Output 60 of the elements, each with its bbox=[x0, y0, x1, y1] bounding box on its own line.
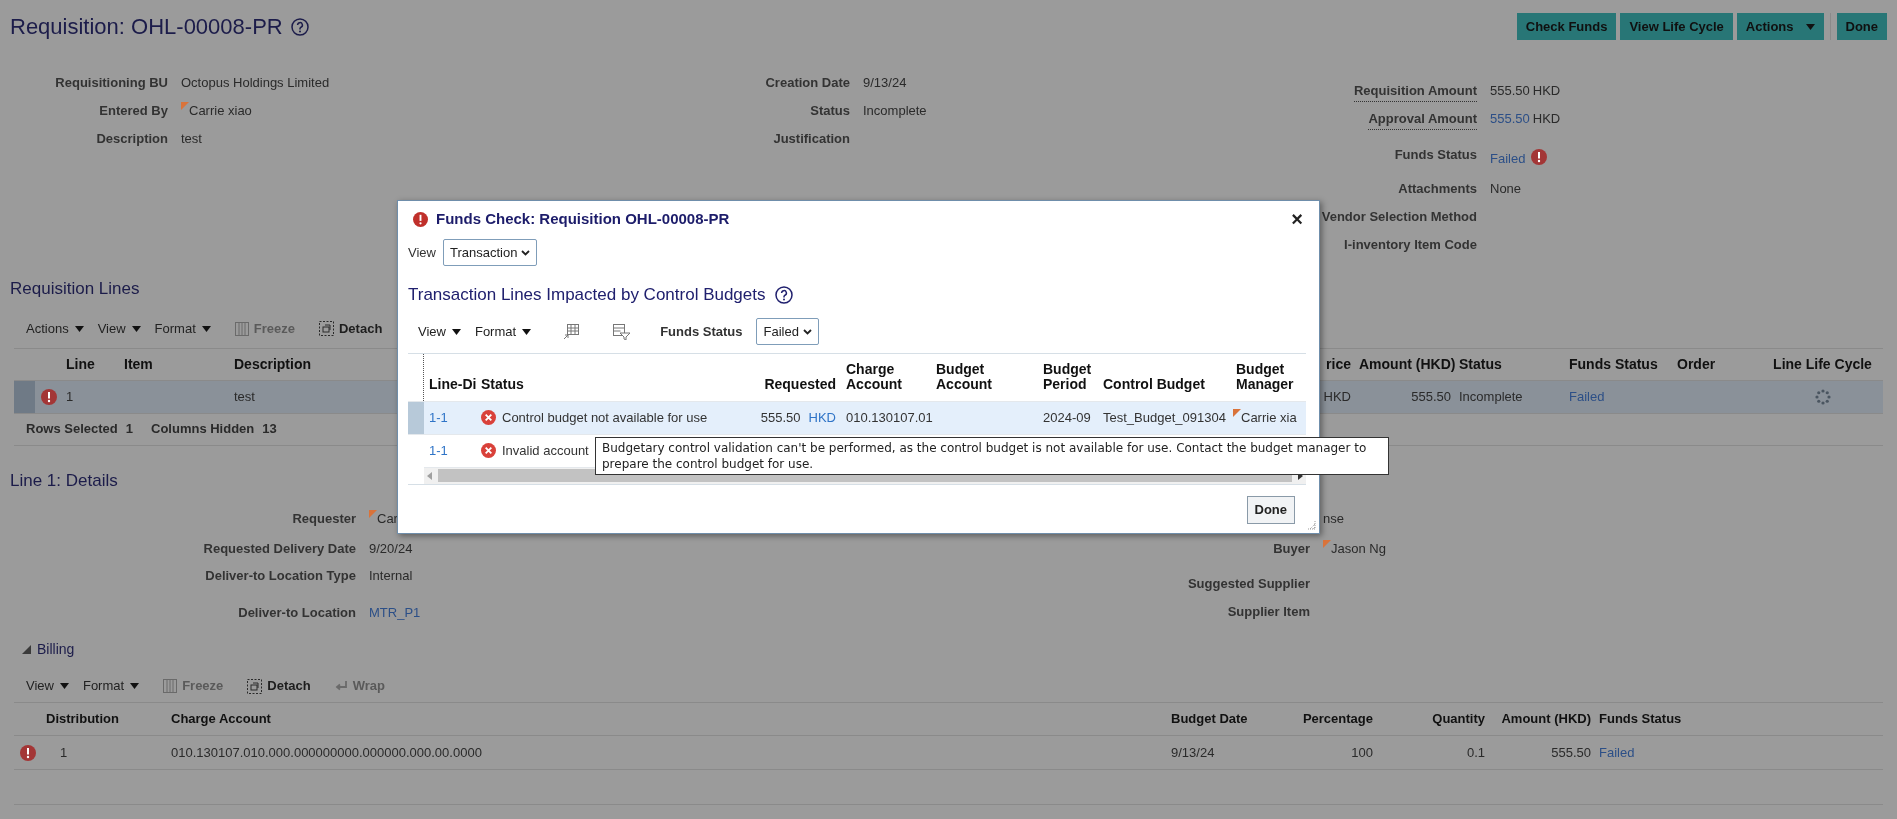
field-label: Requester bbox=[292, 510, 356, 528]
field-label: Requisitioning BU bbox=[55, 74, 168, 92]
funds-status-label: Funds Status bbox=[660, 322, 743, 341]
field-label: Deliver-to Location Type bbox=[205, 567, 356, 585]
section-heading: Line 1: Details bbox=[10, 470, 118, 490]
field-value: Octopus Holdings Limited bbox=[181, 74, 330, 92]
section-heading: Requisition Lines bbox=[10, 279, 140, 298]
table-cell-text: Incomplete bbox=[1458, 387, 1524, 406]
field-value: test bbox=[181, 130, 202, 148]
footer-value: 1 bbox=[125, 420, 133, 439]
table-cell-text: 555.50 bbox=[1410, 387, 1452, 406]
dialog-title: Funds Check: Requisition OHL-00008-PR bbox=[436, 208, 730, 229]
currency-value: HKD bbox=[1532, 82, 1561, 100]
field-label: Requisition Amount bbox=[1354, 81, 1477, 102]
table-cell-text: HKD bbox=[1322, 387, 1352, 406]
section-heading: Billing bbox=[37, 640, 75, 659]
requested-amount: 555.50 bbox=[760, 408, 801, 427]
table-cell-text: 100 bbox=[1350, 743, 1374, 762]
field-label: Justification bbox=[773, 130, 850, 148]
field-label: Deliver-to Location bbox=[238, 604, 356, 622]
charge-account: 010.130107.01 bbox=[846, 409, 933, 425]
footer-value: 13 bbox=[262, 420, 277, 439]
field-label: Vendor Selection Method bbox=[1321, 208, 1477, 226]
table-cell-text: 1 bbox=[65, 387, 75, 406]
amount-value: 555.50 bbox=[1490, 82, 1530, 100]
field-label: Suggested Supplier bbox=[1187, 575, 1310, 593]
field-label: Status bbox=[810, 102, 850, 120]
currency-value: HKD bbox=[1532, 110, 1561, 128]
footer-label: Columns Hidden bbox=[151, 420, 255, 439]
field-value: None bbox=[1490, 180, 1522, 198]
field-label: Description bbox=[96, 130, 168, 148]
section-heading: Transaction Lines Impacted by Control Budgets bbox=[408, 284, 766, 306]
table-cell-text: 1 bbox=[59, 743, 69, 762]
field-label: I-inventory Item Code bbox=[1344, 236, 1477, 254]
field-value: 9/20/24 bbox=[369, 540, 413, 558]
budget-period: 2024-09 bbox=[1043, 409, 1091, 425]
page-title: Requisition: OHL-00008-PR bbox=[10, 13, 283, 41]
field-label: Funds Status bbox=[1394, 146, 1477, 164]
footer-label: Rows Selected bbox=[26, 420, 118, 439]
table-cell: test bbox=[234, 388, 255, 404]
table-cell-text: 010.130107.010.000.000000000.000000.000.00.0000 bbox=[170, 743, 483, 762]
status-text: Control budget not available for use bbox=[502, 408, 708, 427]
view-label: View bbox=[408, 243, 436, 262]
field-label: Buyer bbox=[1273, 540, 1310, 558]
table-cell-text: 555.50 bbox=[1550, 743, 1592, 762]
control-budget: Test_Budget_091304 bbox=[1103, 409, 1226, 425]
field-label: Supplier Item bbox=[1227, 603, 1310, 621]
status-text: Invalid account bbox=[502, 441, 589, 460]
field-label: Approval Amount bbox=[1368, 109, 1477, 130]
field-label: Requested Delivery Date bbox=[203, 540, 356, 558]
field-value: nse bbox=[1323, 510, 1344, 528]
field-value: Internal bbox=[369, 567, 413, 585]
table-cell-text: 0.1 bbox=[1465, 743, 1486, 762]
field-label: Creation Date bbox=[765, 74, 850, 92]
field-label: Entered By bbox=[99, 102, 168, 120]
field-value: Incomplete bbox=[863, 102, 927, 120]
table-cell-text: 9/13/24 bbox=[1170, 743, 1216, 762]
field-value: 9/13/24 bbox=[863, 74, 907, 92]
field-label: Attachments bbox=[1398, 180, 1477, 198]
tooltip: Budgetary control validation can't be performed, as the control budget is not available for use. Contact the budget manager to prepare the control budget for use. bbox=[595, 437, 1389, 475]
